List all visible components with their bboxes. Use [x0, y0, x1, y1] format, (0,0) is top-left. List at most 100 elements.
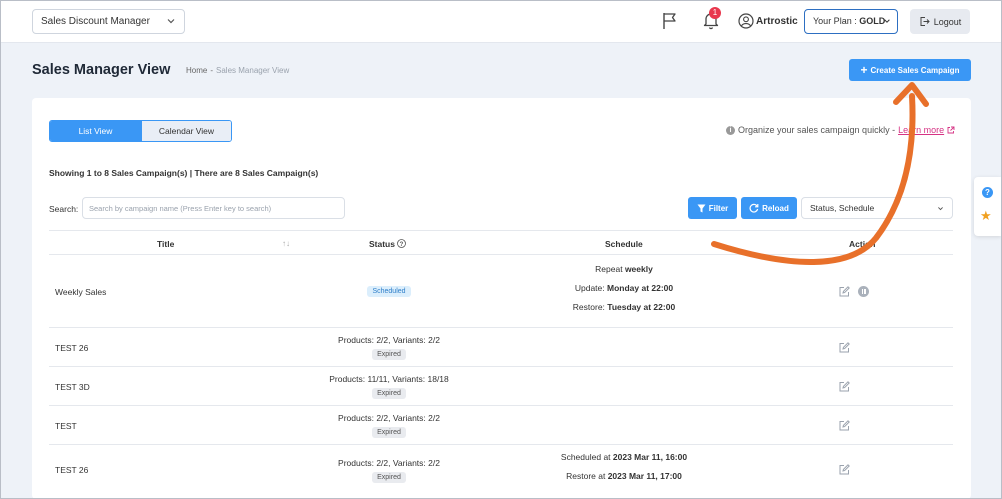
- create-sales-campaign-button[interactable]: + Create Sales Campaign: [849, 59, 971, 81]
- filter-icon: [697, 204, 706, 212]
- schedule-restore-label: Restore at: [566, 471, 608, 481]
- filter-button[interactable]: Filter: [688, 197, 737, 219]
- edit-icon[interactable]: [839, 342, 850, 353]
- edit-icon[interactable]: [839, 464, 850, 475]
- logout-label: Logout: [933, 16, 962, 27]
- create-button-label: Create Sales Campaign: [870, 65, 960, 75]
- learn-more-link[interactable]: Learn more: [898, 125, 944, 135]
- pause-icon[interactable]: [858, 286, 869, 297]
- side-widget: ? ★: [974, 177, 1001, 236]
- table-row: TEST Products: 2/2, Variants: 2/2 Expire…: [49, 406, 953, 445]
- calendar-view-tab[interactable]: Calendar View: [141, 121, 231, 141]
- list-view-tab[interactable]: List View: [50, 121, 141, 141]
- edit-icon[interactable]: [839, 420, 850, 431]
- table-row: TEST 3D Products: 11/11, Variants: 18/18…: [49, 367, 953, 406]
- help-circle-icon[interactable]: ?: [397, 239, 407, 248]
- search-label: Search:: [49, 204, 79, 214]
- schedule-start-value: 2023 Mar 11, 16:00: [612, 452, 688, 462]
- action-cell: [839, 464, 850, 475]
- table-row: TEST 26 Products: 2/2, Variants: 2/2 Exp…: [49, 328, 953, 367]
- chevron-down-icon: [167, 19, 175, 24]
- status-cell: Products: 2/2, Variants: 2/2 Expired: [289, 335, 489, 360]
- sort-select-value: Status, Schedule: [810, 203, 875, 213]
- reload-label: Reload: [762, 203, 789, 213]
- status-badge: Expired: [372, 349, 406, 360]
- sort-select[interactable]: Status, Schedule: [801, 197, 953, 219]
- schedule-update-value: Monday at 22:00: [607, 283, 674, 293]
- info-text: Organize your sales campaign quickly -: [738, 125, 896, 135]
- page-title: Sales Manager View: [32, 62, 171, 78]
- user-menu[interactable]: Artrostic: [738, 12, 798, 30]
- status-header-label: Status: [369, 239, 395, 249]
- reload-icon: [749, 203, 759, 213]
- action-cell: [839, 381, 850, 392]
- view-toggle: List View Calendar View: [49, 120, 232, 142]
- products-count: Products: 2/2, Variants: 2/2: [338, 458, 440, 468]
- reload-button[interactable]: Reload: [741, 197, 797, 219]
- info-hint: i Organize your sales campaign quickly -…: [726, 125, 955, 135]
- status-badge: Expired: [372, 427, 406, 438]
- campaign-title: TEST: [55, 421, 77, 431]
- user-name: Artrostic: [756, 15, 798, 27]
- breadcrumb-separator: -: [210, 66, 214, 75]
- plus-icon: +: [860, 63, 868, 77]
- chevron-down-icon: [884, 19, 890, 23]
- campaign-title: TEST 26: [55, 465, 89, 475]
- schedule-repeat-label: Repeat: [595, 264, 625, 274]
- plan-dropdown[interactable]: Your Plan : GOLD: [804, 9, 898, 34]
- results-summary: Showing 1 to 8 Sales Campaign(s) | There…: [49, 168, 319, 178]
- status-cell: Products: 2/2, Variants: 2/2 Expired: [289, 458, 489, 483]
- app-select-value: Sales Discount Manager: [41, 16, 150, 27]
- search-input[interactable]: Search by campaign name (Press Enter key…: [82, 197, 345, 219]
- products-count: Products: 2/2, Variants: 2/2: [338, 335, 440, 345]
- flag-icon[interactable]: [662, 12, 678, 30]
- schedule-cell: Repeat weekly Update: Monday at 22:00 Re…: [524, 264, 724, 321]
- column-header-schedule: Schedule: [605, 239, 643, 249]
- main-card: List View Calendar View i Organize your …: [32, 98, 971, 499]
- table-row: TEST 26 Products: 2/2, Variants: 2/2 Exp…: [49, 445, 953, 495]
- chevron-down-icon: [938, 207, 943, 211]
- notification-badge: 1: [709, 7, 721, 19]
- action-cell: [839, 286, 869, 297]
- plan-label: Your Plan :: [813, 16, 860, 26]
- schedule-restore-value: 2023 Mar 11, 17:00: [607, 471, 682, 481]
- info-icon: i: [726, 125, 735, 135]
- svg-text:?: ?: [400, 242, 404, 248]
- column-header-title[interactable]: Title: [157, 239, 174, 249]
- edit-icon[interactable]: [839, 381, 850, 392]
- star-icon[interactable]: ★: [980, 209, 992, 222]
- table-header: Title ↑↓ Status ? Schedule Action: [49, 230, 953, 255]
- breadcrumb-current: Sales Manager View: [216, 66, 290, 75]
- status-cell: Scheduled: [289, 285, 489, 297]
- column-header-action: Action: [849, 239, 876, 249]
- campaign-title: TEST 3D: [55, 382, 90, 392]
- table-row: Weekly Sales Scheduled Repeat weekly Upd…: [49, 256, 953, 328]
- filter-label: Filter: [708, 203, 729, 213]
- schedule-restore-label: Restore:: [572, 302, 608, 312]
- logout-icon: [920, 17, 930, 26]
- schedule-update-label: Update:: [574, 283, 607, 293]
- status-badge: Expired: [372, 472, 406, 483]
- app-select[interactable]: Sales Discount Manager: [32, 9, 185, 34]
- schedule-restore-value: Tuesday at 22:00: [607, 302, 676, 312]
- status-badge: Expired: [372, 388, 406, 399]
- campaign-title: Weekly Sales: [55, 287, 107, 297]
- schedule-start-label: Scheduled at: [560, 452, 613, 462]
- help-icon[interactable]: ?: [982, 187, 993, 198]
- status-cell: Products: 2/2, Variants: 2/2 Expired: [289, 413, 489, 438]
- products-count: Products: 11/11, Variants: 18/18: [329, 374, 449, 384]
- plan-value: GOLD: [859, 16, 886, 26]
- user-avatar-icon: [738, 13, 754, 29]
- search-placeholder: Search by campaign name (Press Enter key…: [89, 204, 272, 213]
- logout-button[interactable]: Logout: [910, 9, 970, 34]
- status-cell: Products: 11/11, Variants: 18/18 Expired: [289, 374, 489, 399]
- breadcrumb: Home - Sales Manager View: [186, 66, 289, 75]
- schedule-cell: Scheduled at 2023 Mar 11, 16:00 Restore …: [524, 452, 724, 490]
- products-count: Products: 2/2, Variants: 2/2: [338, 413, 440, 423]
- status-badge: Scheduled: [367, 286, 411, 297]
- edit-icon[interactable]: [839, 286, 850, 297]
- action-cell: [839, 342, 850, 353]
- sort-icon[interactable]: ↑↓: [282, 239, 290, 248]
- breadcrumb-home[interactable]: Home: [186, 66, 207, 75]
- column-header-status: Status ?: [369, 239, 407, 249]
